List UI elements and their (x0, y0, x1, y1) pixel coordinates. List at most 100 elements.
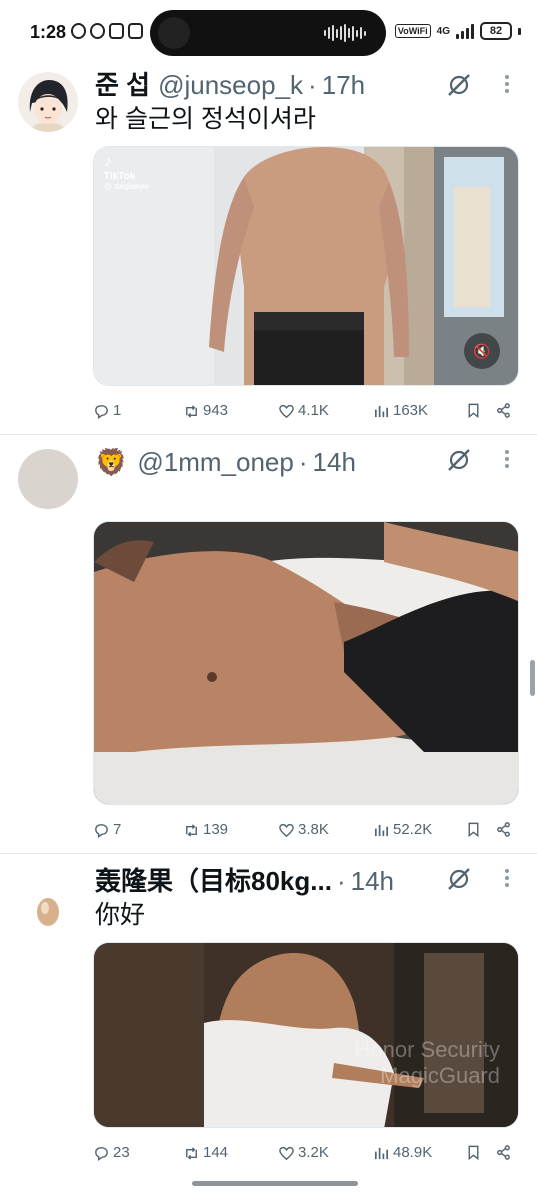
security-watermark: Honor Security MagicGuard (354, 1037, 500, 1089)
reply-button[interactable]: 1 (93, 402, 121, 420)
like-button[interactable]: 4.1K (278, 402, 329, 420)
tweet-text: 你好 (95, 901, 146, 929)
tweet-header: 🦁 @1mm_onep · 14h (95, 447, 356, 477)
video-thumbnail (94, 147, 518, 385)
vowifi-badge: VoWiFi (394, 24, 431, 38)
image-icon (128, 23, 143, 39)
tweet-actions: 1 943 4.1K 163K (93, 402, 519, 422)
view-count: 52.2K (393, 821, 433, 838)
grok-icon[interactable] (446, 866, 472, 892)
repost-count: 144 (203, 1144, 229, 1161)
username[interactable]: @junseop_k (158, 70, 303, 100)
views-button[interactable]: 48.9K (373, 1144, 432, 1162)
image-content (94, 943, 518, 1127)
bookmark-button[interactable] (465, 821, 482, 838)
like-count: 3.2K (298, 1144, 329, 1161)
more-options-icon[interactable] (500, 447, 514, 473)
views-button[interactable]: 52.2K (373, 821, 432, 839)
tweet-image[interactable] (93, 521, 519, 805)
network-type: 4G (436, 25, 450, 37)
reply-icon (95, 404, 108, 419)
watermark-line-1: Honor Security (354, 1037, 500, 1062)
status-bar: 1:28 VoWiFi 4G 82 (0, 0, 537, 62)
clipboard-icon (109, 23, 124, 39)
mute-icon[interactable]: 🔇 (464, 333, 500, 369)
bookmark-icon (468, 822, 479, 838)
like-count: 4.1K (298, 402, 329, 419)
timestamp[interactable]: 17h (322, 70, 365, 100)
views-button[interactable]: 163K (373, 402, 428, 420)
reply-count: 23 (113, 1144, 130, 1161)
signal-icon (456, 23, 474, 39)
share-button[interactable] (495, 402, 512, 419)
timestamp[interactable]: 14h (313, 447, 356, 477)
bookmark-button[interactable] (465, 402, 482, 419)
lion-emoji: 🦁 (95, 447, 128, 477)
image-content (94, 522, 518, 804)
reply-count: 7 (113, 821, 122, 838)
timestamp[interactable]: 14h (351, 866, 394, 896)
like-button[interactable]: 3.8K (278, 821, 329, 839)
heart-icon (279, 404, 294, 418)
scrollbar-thumb[interactable] (530, 660, 535, 696)
repost-button[interactable]: 943 (183, 402, 228, 420)
tweet-video[interactable]: ♪ TikTok @ daqianye 🔇 (93, 146, 519, 386)
repost-icon (186, 1146, 197, 1160)
bookmark-button[interactable] (465, 1144, 482, 1161)
repost-button[interactable]: 139 (183, 821, 228, 839)
tiktok-watermark: ♪ TikTok @ daqianye (104, 153, 149, 191)
username[interactable]: @1mm_onep (137, 447, 293, 477)
repost-icon (186, 823, 197, 837)
repost-icon (186, 404, 197, 418)
share-icon (497, 822, 510, 837)
separator-dot: · (308, 70, 317, 100)
tweet-header: 轰隆果（目标80kg... · 14h (95, 866, 394, 896)
view-count: 48.9K (393, 1144, 433, 1161)
reply-count: 1 (113, 402, 122, 419)
tweet-header: 준 섭 @junseop_k · 17h (95, 70, 365, 100)
repost-count: 139 (203, 821, 229, 838)
view-count: 163K (393, 402, 429, 419)
heart-icon (279, 823, 294, 837)
display-name[interactable]: 준 섭 (95, 70, 150, 100)
tiktok-brand: TikTok (104, 171, 136, 182)
battery-tip (518, 27, 521, 35)
audio-wave-icon (324, 24, 366, 42)
tweet-image[interactable]: Honor Security MagicGuard (93, 942, 519, 1128)
dynamic-island[interactable] (150, 10, 386, 56)
avatar[interactable] (18, 449, 78, 509)
grok-icon[interactable] (446, 72, 472, 98)
battery-icon: 82 (480, 22, 512, 40)
more-options-icon[interactable] (500, 866, 514, 892)
share-button[interactable] (495, 1144, 512, 1161)
tweet[interactable]: 준 섭 @junseop_k · 17h 와 슬근의 정석이셔라 ♪ TikTo… (0, 62, 537, 434)
reply-icon (95, 823, 108, 838)
separator-dot: · (298, 447, 308, 477)
reply-button[interactable]: 7 (93, 821, 121, 839)
tweet[interactable]: 轰隆果（目标80kg... · 14h 你好 Honor Security Ma… (0, 854, 537, 1200)
views-icon (374, 824, 389, 836)
avatar-illustration (18, 72, 78, 132)
battery-level: 82 (489, 25, 503, 37)
album-art (158, 17, 190, 49)
like-button[interactable]: 3.2K (278, 1144, 329, 1162)
reply-icon (95, 1146, 108, 1161)
alarm-icon (71, 23, 86, 39)
status-left-icons (71, 23, 143, 39)
heart-icon (279, 1146, 294, 1160)
repost-count: 943 (203, 402, 229, 419)
display-name[interactable]: 轰隆果（目标80kg... (95, 866, 332, 896)
status-right: VoWiFi 4G 82 (394, 22, 521, 40)
gesture-nav-handle[interactable] (192, 1181, 358, 1186)
more-options-icon[interactable] (500, 72, 514, 98)
avatar[interactable] (18, 868, 78, 928)
tweet[interactable]: 🦁 @1mm_onep · 14h 7 139 3.8K 52.2K (0, 435, 537, 853)
share-button[interactable] (495, 821, 512, 838)
grok-icon[interactable] (446, 447, 472, 473)
tiktok-logo-icon: ♪ (104, 153, 112, 170)
avatar[interactable] (18, 72, 78, 132)
watermark-line-2: MagicGuard (380, 1063, 500, 1088)
separator-dot: · (336, 866, 346, 896)
repost-button[interactable]: 144 (183, 1144, 228, 1162)
reply-button[interactable]: 23 (93, 1144, 130, 1162)
